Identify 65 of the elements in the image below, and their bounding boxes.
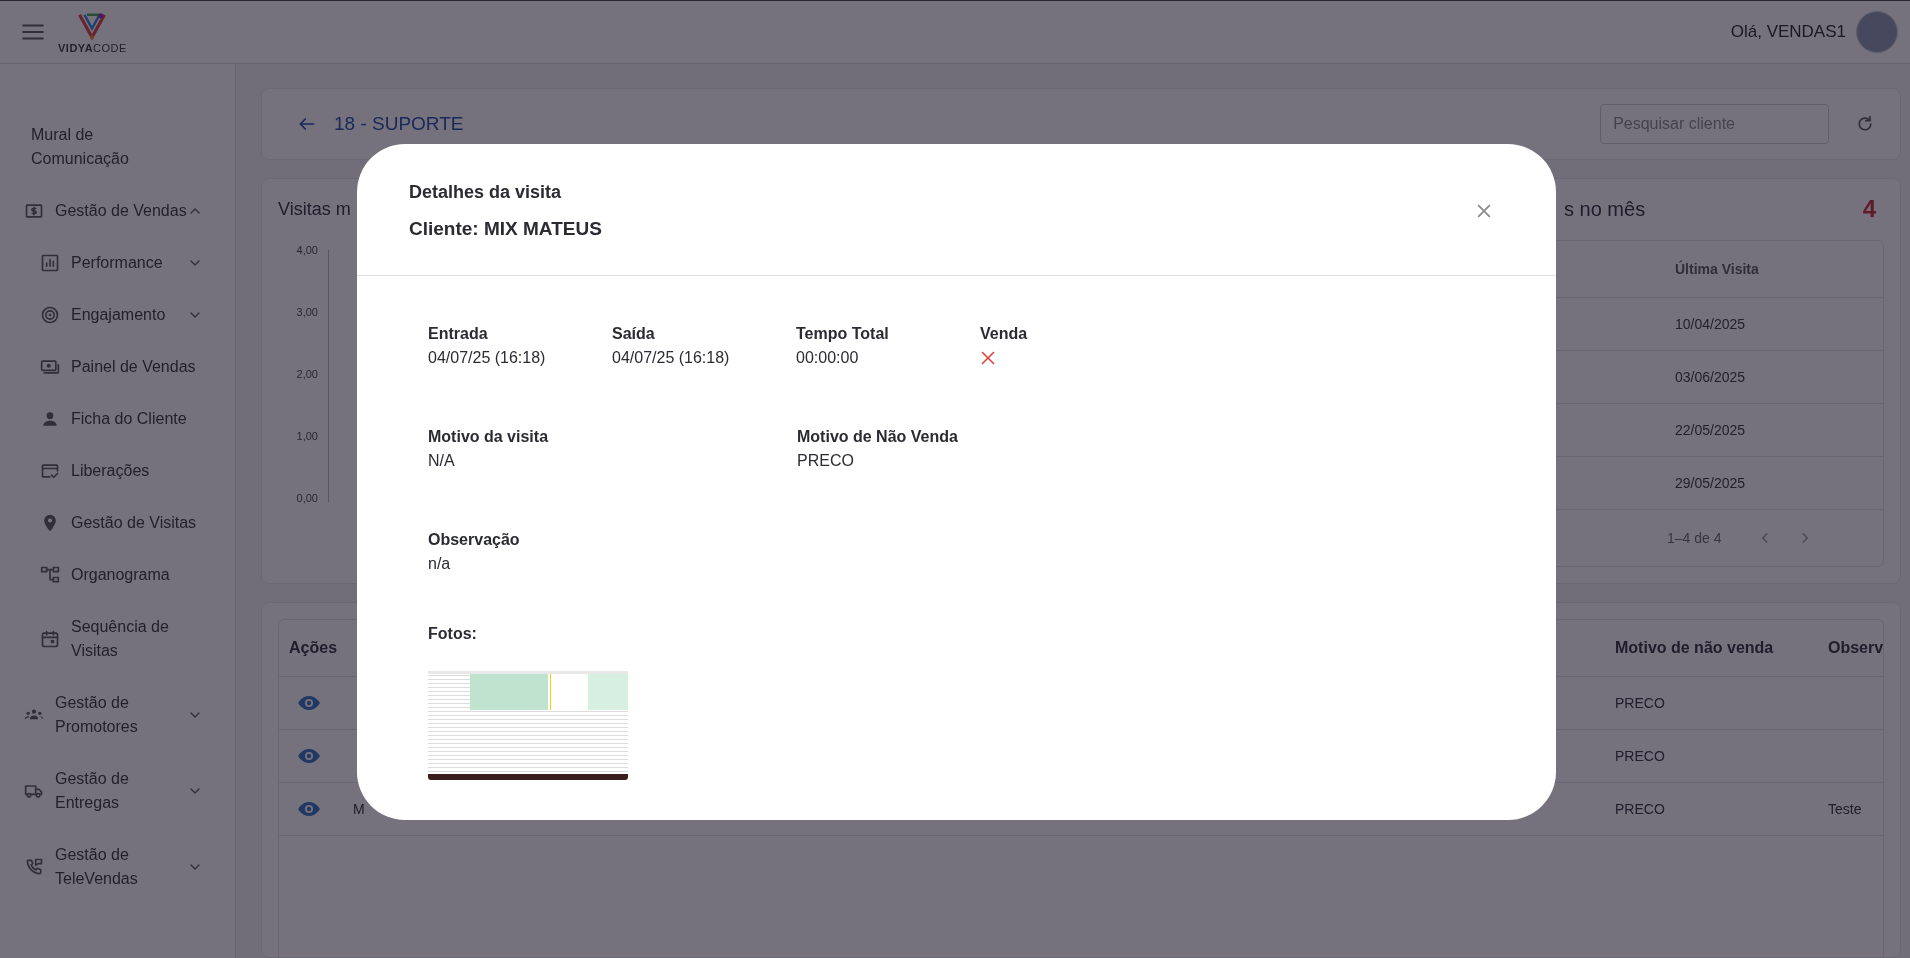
sidebar-item[interactable]: Organograma: [0, 549, 235, 601]
column-header: Última Visita: [1675, 261, 1759, 277]
axis-tick-label: 0,00: [295, 492, 318, 504]
axis-tick-label: 1,00: [295, 430, 318, 442]
chart-title: Visitas m: [278, 198, 352, 221]
axis-tick-label: 4,00: [295, 244, 318, 256]
field-value: 00:00:00: [796, 348, 860, 368]
field-value: n/a: [428, 554, 452, 574]
table-cell-text: PRECO: [1614, 695, 1666, 711]
dollar-icon: [24, 201, 44, 221]
column-header: Ações: [288, 639, 339, 657]
field-label: Entrada: [428, 324, 489, 344]
person-icon: [40, 409, 60, 429]
calendar-icon: [40, 629, 60, 649]
page-title: 18 - SUPORTE: [334, 113, 464, 135]
table-cell: 10/04/2025: [1675, 316, 1746, 332]
column-header: Observ: [1827, 639, 1884, 657]
field-label: Observação: [428, 530, 521, 550]
user-greeting: Olá, VENDAS1: [1730, 22, 1846, 42]
table-cell: 03/06/2025: [1675, 369, 1746, 385]
table-cell-text: PRECO: [1614, 748, 1666, 764]
field-value: N/A: [428, 451, 456, 471]
pagination-info: 1–4 de 4: [1667, 530, 1722, 546]
sidebar-item[interactable]: Engajamento: [0, 289, 235, 341]
sidebar-item[interactable]: Painel de Vendas: [0, 341, 235, 393]
sidebar-item[interactable]: Gestão de Entregas: [0, 753, 235, 829]
sidebar-item[interactable]: Gestão de TeleVendas: [0, 829, 235, 905]
field-value: 04/07/25 (16:18): [612, 348, 731, 368]
sidebar-item[interactable]: Ficha do Cliente: [0, 393, 235, 445]
field-label: Saída: [612, 324, 656, 344]
table-cell-text: Teste: [1827, 801, 1863, 817]
table-cell-text: M: [353, 801, 366, 817]
bar-chart-icon: [40, 253, 60, 273]
user-avatar[interactable]: [1856, 11, 1898, 53]
axis-tick-label: 3,00: [295, 306, 318, 318]
sidebar-item[interactable]: Gestão de Visitas: [0, 497, 235, 549]
sidebar-item[interactable]: Gestão de Promotores: [0, 677, 235, 753]
sidebar-item[interactable]: Liberações: [0, 445, 235, 497]
field-label: Motivo da visita: [428, 427, 550, 447]
table-cell-text: PRECO: [1614, 801, 1666, 817]
photo-thumbnail[interactable]: [428, 668, 628, 780]
photos-label: Fotos:: [428, 624, 478, 644]
column-header: Motivo de não venda: [1614, 639, 1775, 657]
table-cell: 22/05/2025: [1675, 422, 1746, 438]
table-cell: 29/05/2025: [1675, 475, 1746, 491]
client-name: Cliente: MIX MATEUS: [409, 217, 603, 241]
visit-count: 4: [1862, 195, 1877, 223]
sidebar-item[interactable]: Mural de Comunicação: [0, 109, 235, 185]
org-chart-icon: [40, 565, 60, 585]
card-check-icon: [40, 461, 60, 481]
logo-text: VIDYACODE: [58, 41, 127, 54]
field-value: 04/07/25 (16:18): [428, 348, 547, 368]
sidebar-item[interactable]: Performance: [0, 237, 235, 289]
panel-title: s no mês: [1564, 197, 1646, 221]
field-label: Motivo de Não Venda: [797, 427, 959, 447]
money-icon: [40, 357, 60, 377]
axis-tick-label: 2,00: [295, 368, 318, 380]
field-value: PRECO: [797, 451, 855, 471]
phone-icon: [24, 857, 44, 877]
target-icon: [40, 305, 60, 325]
sidebar-item[interactable]: Gestão de Vendas: [0, 185, 235, 237]
field-label: Venda: [980, 324, 1029, 344]
field-label: Tempo Total: [796, 324, 890, 344]
dialog-title: Detalhes da visita: [409, 181, 563, 204]
sidebar-item[interactable]: Sequência de Visitas: [0, 601, 235, 677]
